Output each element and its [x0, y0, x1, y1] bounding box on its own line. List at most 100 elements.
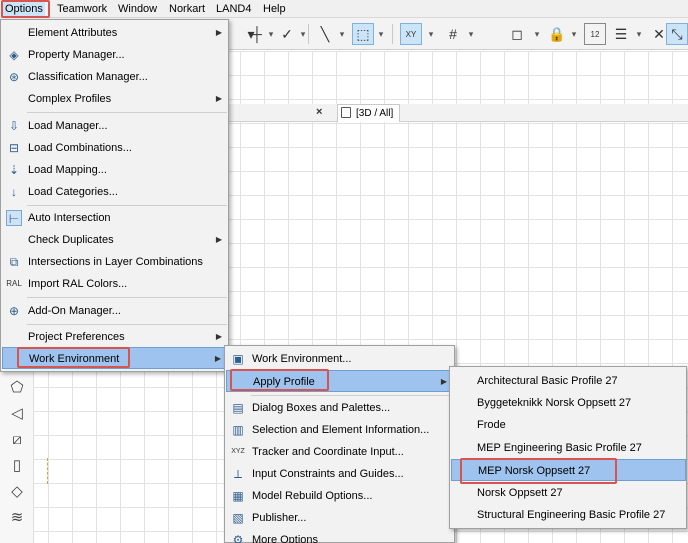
xy-coordinate-icon[interactable]: XY — [400, 23, 422, 45]
close-tab-icon[interactable]: × — [316, 106, 322, 118]
chevron-down-icon[interactable]: ▾ — [426, 23, 436, 45]
load-mapping-icon: ⇣ — [8, 163, 20, 177]
menu-bar: Options Teamwork Window Norkart LAND4 He… — [0, 0, 688, 18]
submenu-arrow-icon: ▶ — [215, 332, 222, 341]
menu-item-classification-manager[interactable]: ⊛ Classification Manager... — [2, 66, 228, 88]
chevron-down-icon[interactable]: ▾ — [298, 23, 308, 45]
submenu-arrow-icon: ▶ — [215, 235, 222, 244]
menu-item-more-options[interactable]: ⚙ More Options — [226, 529, 454, 543]
profile-norsk-oppsett[interactable]: Norsk Oppsett 27 — [451, 482, 686, 504]
model-rebuild-icon: ▦ — [232, 489, 244, 503]
profile-structural-engineering-basic[interactable]: Structural Engineering Basic Profile 27 — [451, 504, 686, 526]
dimension-icon[interactable]: 12 — [584, 23, 606, 45]
toolbox-panel: ⬠ ◁ ⧄ ▯ ◇ ≋ — [0, 370, 34, 543]
mep-norsk-highlight-frame — [460, 458, 617, 484]
profile-architectural-basic[interactable]: Architectural Basic Profile 27 — [451, 370, 686, 392]
more-options-icon: ⚙ — [232, 533, 244, 543]
checkmark-icon[interactable]: ✓ — [276, 23, 298, 45]
menu-item-model-rebuild-options[interactable]: ▦ Model Rebuild Options... — [226, 485, 454, 507]
grid-icon[interactable]: # — [442, 23, 464, 45]
beam-tool-icon[interactable]: ⧄ — [7, 430, 27, 450]
work-environment-highlight-frame — [17, 347, 130, 368]
column-tool-icon[interactable]: ▯ — [7, 456, 27, 476]
dialog-boxes-icon: ▤ — [232, 401, 244, 415]
guide-line — [47, 458, 48, 484]
menu-item-complex-profiles[interactable]: Complex Profiles ▶ — [2, 88, 228, 110]
load-manager-icon: ⇩ — [8, 119, 20, 133]
chevron-down-icon[interactable]: ▾ — [376, 23, 386, 45]
menu-item-intersections-layer-combinations[interactable]: ⧉ Intersections in Layer Combinations — [2, 251, 228, 273]
menu-separator — [27, 297, 227, 298]
snap-selection-icon[interactable]: ⬚ — [352, 23, 374, 45]
toolbar-divider — [308, 24, 309, 44]
menu-item-selection-element-info[interactable]: ▥ Selection and Element Information... — [226, 419, 454, 441]
add-on-manager-icon: ⊕ — [8, 304, 20, 318]
submenu-arrow-icon: ▶ — [215, 94, 222, 103]
menu-norkart[interactable]: Norkart — [167, 0, 207, 18]
submenu-arrow-icon: ▶ — [215, 28, 222, 37]
apply-profile-submenu: Architectural Basic Profile 27 Byggetekn… — [449, 366, 687, 529]
layer-icon[interactable]: ☰ — [610, 23, 632, 45]
menu-item-dialog-boxes-palettes[interactable]: ▤ Dialog Boxes and Palettes... — [226, 397, 454, 419]
ral-colors-icon: RAL — [6, 279, 22, 288]
chevron-down-icon[interactable]: ▾ — [532, 23, 542, 45]
chevron-down-icon[interactable]: ▾ — [466, 23, 476, 45]
menu-item-element-attributes[interactable]: Element Attributes ▶ — [2, 22, 228, 44]
menu-separator — [27, 112, 227, 113]
menu-separator — [27, 205, 227, 206]
menu-separator — [251, 395, 451, 396]
lock-icon[interactable]: 🔒 — [546, 23, 568, 45]
options-menu: Element Attributes ▶ ◈ Property Manager...… — [0, 19, 229, 372]
work-environment-icon: ▣ — [232, 352, 244, 366]
submenu-arrow-icon: ▶ — [440, 377, 447, 386]
menu-item-property-manager[interactable]: ◈ Property Manager... — [2, 44, 228, 66]
menu-item-publisher[interactable]: ▧ Publisher... — [226, 507, 454, 529]
menu-item-project-preferences[interactable]: Project Preferences ▶ — [2, 326, 228, 348]
chevron-down-icon[interactable]: ▾ — [569, 23, 579, 45]
tracker-icon: XYZ — [231, 448, 245, 455]
menu-item-add-on-manager[interactable]: ⊕ Add-On Manager... — [2, 300, 228, 322]
menu-item-input-constraints-guides[interactable]: ⟂ Input Constraints and Guides... — [226, 463, 454, 485]
menu-item-auto-intersection[interactable]: ⊢ Auto Intersection — [2, 207, 228, 229]
roof-tool-icon[interactable]: ⬠ — [7, 378, 27, 398]
menu-item-load-mapping[interactable]: ⇣ Load Mapping... — [2, 159, 228, 181]
menu-help[interactable]: Help — [261, 0, 288, 18]
load-categories-icon: ↓ — [11, 185, 17, 199]
3d-view-icon — [341, 107, 351, 118]
menu-separator — [27, 324, 227, 325]
menu-item-check-duplicates[interactable]: Check Duplicates ▶ — [2, 229, 228, 251]
menu-item-load-combinations[interactable]: ⊟ Load Combinations... — [2, 137, 228, 159]
frame-icon[interactable]: ◻ — [506, 23, 528, 45]
menu-teamwork[interactable]: Teamwork — [55, 0, 109, 18]
options-highlight-frame — [1, 0, 50, 18]
view-tab-bar — [228, 104, 688, 122]
auto-intersection-icon: ⊢ — [6, 210, 22, 226]
submenu-arrow-icon: ▶ — [214, 354, 221, 363]
profile-byggeteknikk-norsk[interactable]: Byggeteknikk Norsk Oppsett 27 — [451, 392, 686, 414]
profile-mep-engineering-basic[interactable]: MEP Engineering Basic Profile 27 — [451, 437, 686, 459]
align-icon[interactable]: ┼ — [246, 23, 268, 45]
shell-tool-icon[interactable]: ◁ — [7, 404, 27, 424]
property-manager-icon: ◈ — [9, 48, 19, 62]
menu-item-tracker-coordinate-input[interactable]: XYZ Tracker and Coordinate Input... — [226, 441, 454, 463]
chevron-down-icon[interactable]: ▾ — [337, 23, 347, 45]
profile-frode[interactable]: Frode — [451, 414, 686, 436]
slab-tool-icon[interactable]: ◇ — [7, 482, 27, 502]
menu-window[interactable]: Window — [116, 0, 159, 18]
classification-manager-icon: ⊛ — [8, 70, 20, 84]
selection-info-icon: ▥ — [232, 423, 244, 437]
apply-profile-highlight-frame — [230, 369, 329, 391]
menu-item-load-categories[interactable]: ↓ Load Categories... — [2, 181, 228, 203]
stair-tool-icon[interactable]: ≋ — [7, 508, 27, 528]
layer-intersections-icon: ⧉ — [9, 255, 19, 269]
menu-land4[interactable]: LAND4 — [214, 0, 253, 18]
zoom-fit-icon[interactable]: ⤡ — [666, 23, 688, 45]
menu-item-import-ral-colors[interactable]: RAL Import RAL Colors... — [2, 273, 228, 295]
chevron-down-icon[interactable]: ▾ — [634, 23, 644, 45]
publisher-icon: ▧ — [232, 511, 244, 525]
chevron-down-icon[interactable]: ▾ — [266, 23, 276, 45]
load-combinations-icon: ⊟ — [8, 141, 20, 155]
menu-item-load-manager[interactable]: ⇩ Load Manager... — [2, 115, 228, 137]
menu-item-work-environment-dialog[interactable]: ▣ Work Environment... — [226, 348, 454, 370]
line-tool-icon[interactable]: ╲ — [314, 23, 336, 45]
